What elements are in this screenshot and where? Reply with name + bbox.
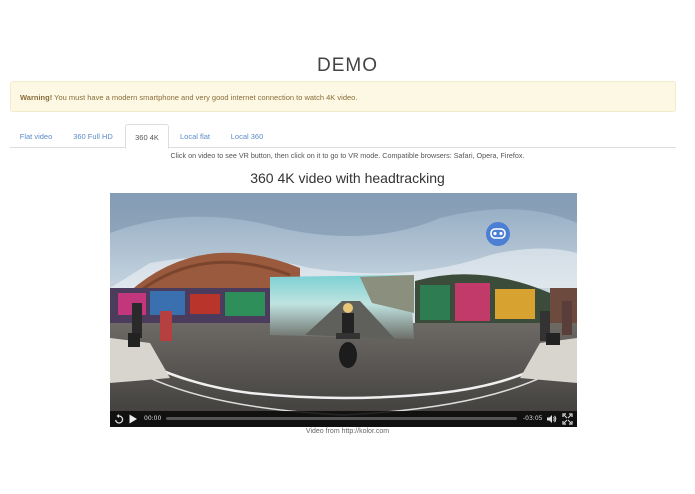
fullscreen-icon[interactable]: [562, 413, 573, 425]
remaining-time: -03:05: [523, 415, 543, 422]
instructions-text: Click on video to see VR button, then cl…: [170, 151, 525, 160]
tab-local-360[interactable]: Local 360: [220, 124, 274, 148]
tab-local-flat[interactable]: Local flat: [170, 124, 220, 148]
vr-mode-button[interactable]: [486, 222, 510, 246]
video-credit: Video from http://kolor.com: [305, 428, 390, 435]
page-title: DEMO: [317, 55, 378, 76]
warning-alert: Warning! You must have a modern smartpho…: [10, 81, 676, 112]
video-tabs: Flat video 360 Full HD 360 4K Local flat…: [10, 124, 676, 149]
play-icon[interactable]: [128, 413, 138, 425]
progress-bar[interactable]: [166, 417, 517, 420]
current-time: 00:00: [144, 415, 162, 422]
tab-360-full-hd[interactable]: 360 Full HD: [62, 124, 124, 148]
warning-message: You must have a modern smartphone and ve…: [52, 93, 358, 102]
tab-flat-video[interactable]: Flat video: [10, 124, 62, 148]
volume-icon[interactable]: [546, 413, 557, 425]
video-controls: 00:00 -03:05: [110, 411, 577, 427]
tab-360-4k[interactable]: 360 4K: [125, 124, 169, 149]
video-heading: 360 4K video with headtracking: [250, 170, 445, 186]
video-player[interactable]: 00:00 -03:05: [110, 193, 577, 427]
replay-icon[interactable]: [114, 413, 124, 425]
warning-label: Warning!: [20, 93, 53, 102]
vr-goggles-icon: [490, 228, 506, 239]
